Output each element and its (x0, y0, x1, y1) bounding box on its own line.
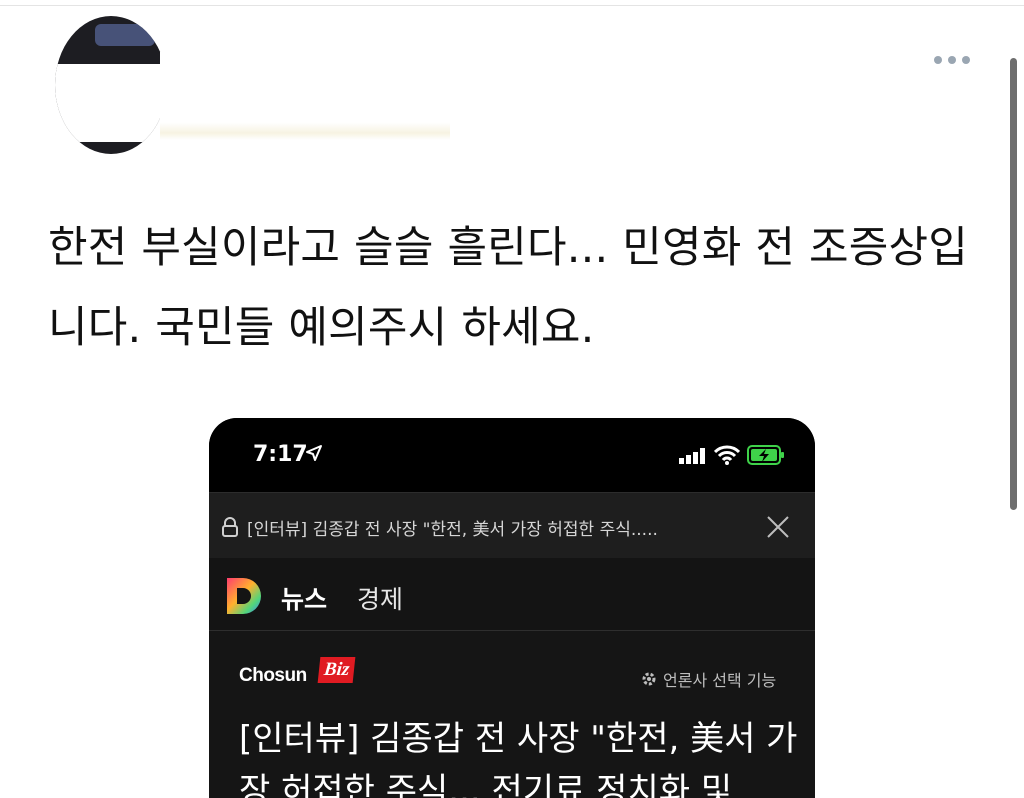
wifi-icon (714, 445, 740, 465)
username-redaction (160, 52, 450, 140)
app-nav-bar: 뉴스 경제 (209, 558, 815, 631)
media-select-option[interactable]: 언론사 선택 기능 (641, 667, 776, 691)
gear-icon (642, 672, 656, 686)
more-icon[interactable] (934, 56, 974, 66)
signal-icon (679, 448, 705, 464)
tweet-text: 한전 부실이라고 슬슬 흘린다... 민영화 전 조증상입니다. 국민들 예의주… (48, 223, 969, 353)
article-title[interactable]: [인터뷰] 김종갑 전 사장 "한전, 美서 가장 허접한 주식... 전기료 … (239, 713, 799, 798)
browser-url-bar[interactable]: [인터뷰] 김종갑 전 사장 "한전, 美서 가장 허접한 주식..... (209, 492, 815, 559)
status-time: 7:17 (253, 442, 308, 467)
avatar-redaction (55, 64, 167, 142)
url-text: [인터뷰] 김종갑 전 사장 "한전, 美서 가장 허접한 주식..... (247, 520, 658, 540)
status-bar: 7:17 (209, 418, 815, 492)
nav-section[interactable]: 경제 (357, 580, 403, 616)
brand-biz: Biz (317, 657, 356, 683)
article-content: Chosun Biz 언론사 선택 기능 [인터뷰] 김종갑 전 사장 "한전,… (209, 631, 815, 798)
brand-chosun: Chosun (239, 665, 307, 686)
avatar-photo (95, 24, 155, 46)
lock-icon (222, 517, 238, 537)
embedded-screenshot[interactable]: 7:17 [인터뷰] 김종갑 전 사장 "한전, 美서 가장 허접한 주식...… (209, 418, 815, 798)
scrollbar[interactable] (1010, 58, 1017, 510)
media-option-label: 언론사 선택 기능 (663, 671, 777, 690)
nav-news[interactable]: 뉴스 (281, 580, 327, 616)
daum-logo-icon[interactable] (225, 576, 265, 616)
avatar[interactable] (55, 16, 167, 154)
battery-charging-icon (747, 445, 784, 465)
top-divider (0, 5, 1024, 6)
close-icon[interactable] (765, 514, 791, 540)
location-arrow-icon (306, 445, 322, 461)
